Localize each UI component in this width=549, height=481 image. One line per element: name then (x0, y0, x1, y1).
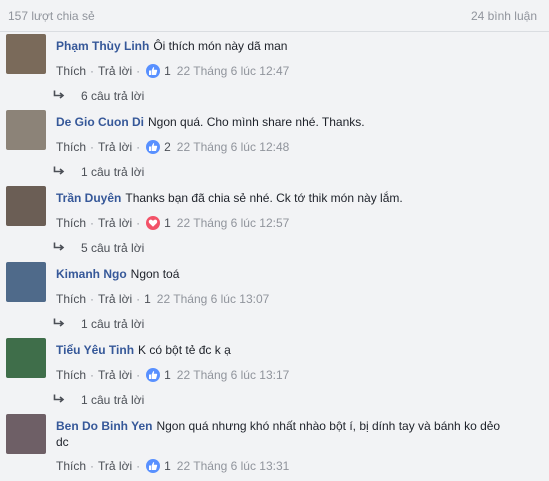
view-replies-link[interactable]: 6 câu trả lời (53, 88, 144, 104)
comment-actions: Thích · Trả lời · 1 22 Tháng 6 lúc 13:31 (56, 458, 289, 474)
separator-dot: · (90, 64, 95, 78)
avatar[interactable] (6, 110, 46, 150)
like-link[interactable]: Thích (56, 140, 86, 154)
comment-body: Phạm Thùy Linh Ôi thích món này dã man (56, 38, 516, 54)
view-replies-link[interactable]: 1 câu trả lời (53, 392, 144, 408)
comment-actions: Thích · Trả lời · 1 22 Tháng 6 lúc 12:57 (56, 215, 289, 231)
separator-dot: · (136, 292, 141, 306)
separator-dot: · (136, 216, 141, 230)
reply-arrow-icon (53, 393, 67, 407)
reaction-count[interactable]: 2 (164, 140, 171, 154)
like-reaction-icon[interactable] (146, 64, 161, 78)
reply-link[interactable]: Trả lời (98, 292, 132, 306)
comment-actions: Thích · Trả lời · 1 22 Tháng 6 lúc 13:07 (56, 291, 269, 307)
separator-dot: · (136, 368, 141, 382)
reply-arrow-icon (53, 165, 67, 179)
reply-link[interactable]: Trả lời (98, 216, 132, 230)
like-reaction-icon[interactable] (146, 368, 161, 382)
reaction-count[interactable]: 1 (164, 459, 171, 473)
replies-count-label: 6 câu trả lời (81, 89, 145, 103)
view-replies-link[interactable]: 5 câu trả lời (53, 240, 144, 256)
comment-author[interactable]: De Gio Cuon Di (56, 115, 144, 129)
like-reaction-icon[interactable] (146, 140, 161, 154)
avatar[interactable] (6, 34, 46, 74)
separator-dot: · (90, 368, 95, 382)
comment-author[interactable]: Ben Do Binh Yen (56, 419, 152, 433)
comment-actions: Thích · Trả lời · 1 22 Tháng 6 lúc 13:17 (56, 367, 289, 383)
like-link[interactable]: Thích (56, 292, 86, 306)
like-link[interactable]: Thích (56, 216, 86, 230)
comment-timestamp[interactable]: 22 Tháng 6 lúc 12:48 (177, 140, 290, 154)
separator-dot: · (136, 140, 141, 154)
separator-dot: · (90, 459, 95, 473)
reaction-count[interactable]: 1 (144, 292, 151, 306)
comment-item: Phạm Thùy Linh Ôi thích món này dã man Thí… (0, 34, 549, 110)
comment-body: De Gio Cuon Di Ngon quá. Cho mình share n… (56, 114, 516, 130)
comment-item: Tiểu Yêu Tinh K có bột tẻ đc k ạ Thích · Trả… (0, 338, 549, 414)
comment-text: Ngon toá (130, 267, 180, 281)
avatar[interactable] (6, 338, 46, 378)
comment-body: Kimanh Ngo Ngon toá (56, 266, 516, 282)
share-count-link[interactable]: 157 lượt chia sẻ (8, 9, 95, 23)
reply-arrow-icon (53, 89, 67, 103)
avatar[interactable] (6, 414, 46, 454)
replies-count-label: 1 câu trả lời (81, 165, 145, 179)
comment-timestamp[interactable]: 22 Tháng 6 lúc 13:31 (177, 459, 290, 473)
like-link[interactable]: Thích (56, 368, 86, 382)
reply-arrow-icon (53, 317, 67, 331)
reaction-count[interactable]: 1 (164, 368, 171, 382)
comment-text: Thanks bạn đã chia sẻ nhé. Ck tớ thik mó… (125, 191, 403, 205)
comment-timestamp[interactable]: 22 Tháng 6 lúc 13:07 (157, 292, 270, 306)
comment-actions: Thích · Trả lời · 1 22 Tháng 6 lúc 12:47 (56, 63, 289, 79)
replies-count-label: 1 câu trả lời (81, 393, 145, 407)
replies-count-label: 1 câu trả lời (81, 317, 145, 331)
comment-timestamp[interactable]: 22 Tháng 6 lúc 12:47 (177, 64, 290, 78)
comment-text: K có bột tẻ đc k ạ (138, 343, 231, 357)
comments-header: 157 lượt chia sẻ 24 bình luận (0, 0, 549, 32)
comment-item: Kimanh Ngo Ngon toá Thích · Trả lời · 1 22 Thán… (0, 262, 549, 338)
comment-author[interactable]: Tiểu Yêu Tinh (56, 343, 134, 357)
comment-item: Trần Duyên Thanks bạn đã chia sẻ nhé. Ck … (0, 186, 549, 262)
comment-item: Ben Do Binh Yen Ngon quá nhưng khó nhất n… (0, 414, 549, 481)
like-link[interactable]: Thích (56, 459, 86, 473)
comment-timestamp[interactable]: 22 Tháng 6 lúc 12:57 (177, 216, 290, 230)
view-replies-link[interactable]: 1 câu trả lời (53, 164, 144, 180)
separator-dot: · (136, 64, 141, 78)
comment-count-link[interactable]: 24 bình luận (471, 9, 537, 23)
comment-body: Ben Do Binh Yen Ngon quá nhưng khó nhất n… (56, 418, 516, 450)
comment-body: Tiểu Yêu Tinh K có bột tẻ đc k ạ (56, 342, 516, 358)
reply-link[interactable]: Trả lời (98, 64, 132, 78)
comment-timestamp[interactable]: 22 Tháng 6 lúc 13:17 (177, 368, 290, 382)
comment-text: Ôi thích món này dã man (153, 39, 288, 53)
separator-dot: · (90, 216, 95, 230)
comment-author[interactable]: Kimanh Ngo (56, 267, 127, 281)
comment-text: Ngon quá. Cho mình share nhé. Thanks. (148, 115, 365, 129)
separator-dot: · (90, 292, 95, 306)
reply-arrow-icon (53, 241, 67, 255)
like-reaction-icon[interactable] (146, 459, 161, 473)
reaction-count[interactable]: 1 (164, 216, 171, 230)
like-link[interactable]: Thích (56, 64, 86, 78)
reaction-count[interactable]: 1 (164, 64, 171, 78)
separator-dot: · (136, 459, 141, 473)
comment-actions: Thích · Trả lời · 2 22 Tháng 6 lúc 12:48 (56, 139, 289, 155)
love-reaction-icon[interactable] (146, 216, 161, 230)
comment-body: Trần Duyên Thanks bạn đã chia sẻ nhé. Ck … (56, 190, 516, 206)
replies-count-label: 5 câu trả lời (81, 241, 145, 255)
avatar[interactable] (6, 186, 46, 226)
reply-link[interactable]: Trả lời (98, 368, 132, 382)
view-replies-link[interactable]: 1 câu trả lời (53, 316, 144, 332)
comment-author[interactable]: Phạm Thùy Linh (56, 39, 149, 53)
reply-link[interactable]: Trả lời (98, 459, 132, 473)
reply-link[interactable]: Trả lời (98, 140, 132, 154)
comment-item: De Gio Cuon Di Ngon quá. Cho mình share n… (0, 110, 549, 186)
avatar[interactable] (6, 262, 46, 302)
comment-author[interactable]: Trần Duyên (56, 191, 121, 205)
separator-dot: · (90, 140, 95, 154)
